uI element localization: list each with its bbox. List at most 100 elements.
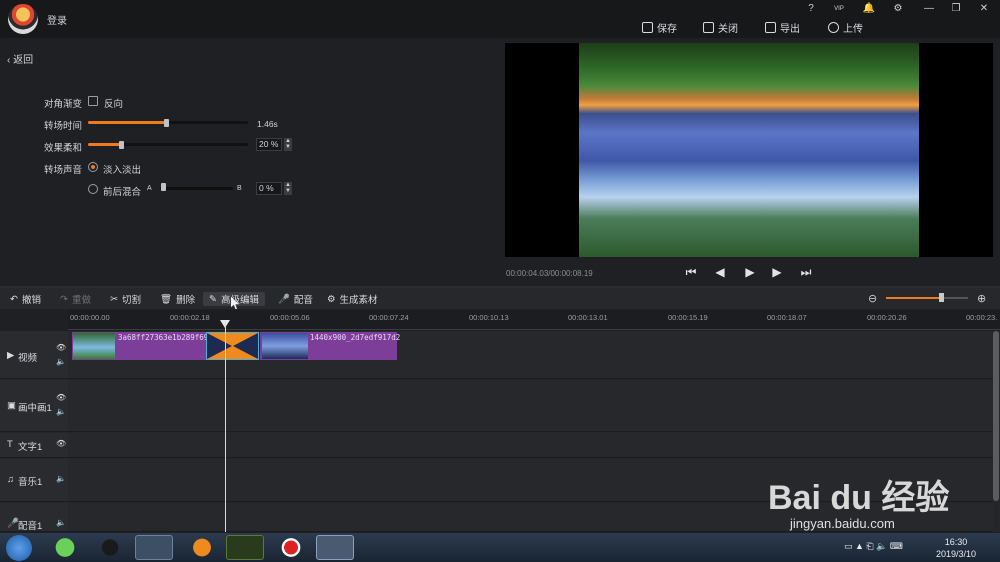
start-button[interactable] [6,535,32,561]
taskbar-app-recorder[interactable] [272,535,310,560]
login-link[interactable]: 登录 [47,12,67,27]
upload-button[interactable]: 上传 [828,19,863,35]
mic-icon: 🎤 [278,293,290,305]
undo-button[interactable]: ↶ 撤销 [10,292,41,307]
next-frame-icon[interactable]: ▶ [770,265,784,279]
diagonal-label: 对角渐变 [44,99,83,110]
track-row-text[interactable] [68,433,993,458]
ruler-tick: 00:00:18.07 [767,313,807,322]
speaker-icon[interactable]: 🔈 [56,407,66,416]
duration-slider-fill [88,121,166,124]
mix-b-label: B [237,185,242,192]
track-header-voice: 🎤 配音1 🔈 [0,503,68,532]
prev-frame-icon[interactable]: ◀ [713,265,727,279]
cut-button[interactable]: ✂ 切割 [110,292,141,307]
help-icon[interactable]: ? [802,2,820,16]
mix-input[interactable]: 0 % [256,182,282,195]
softness-spinner[interactable]: ▲ ▼ [284,138,292,151]
ruler-tick: 00:00:23. [966,313,998,322]
sound-label: 转场声音 [44,165,83,176]
save-button[interactable]: 保存 [642,19,677,35]
maximize-icon[interactable]: ❐ [947,2,965,16]
upload-icon [828,21,839,33]
transition-block[interactable] [206,332,259,360]
zoom-in-icon[interactable]: ⊕ [977,292,986,305]
preview-image [579,43,919,257]
zoom-slider-fill [886,297,942,299]
redo-button[interactable]: ↷ 重做 [60,292,91,307]
vip-icon[interactable]: VIP [830,2,848,16]
tray-icons[interactable]: ▭ ▲ ⎗ 🔈 ⌨ [844,541,903,552]
app-logo [8,4,38,34]
delete-button[interactable]: 🗑 删除 [160,292,195,307]
save-icon [642,21,653,33]
taskbar-app-firefox[interactable] [183,535,221,560]
gear-icon[interactable]: ⚙ [889,2,907,16]
zoom-out-icon[interactable]: ⊖ [868,292,877,305]
export-icon [765,21,776,33]
track-header-music: ♫ 音乐1 🔈 [0,459,68,502]
pencil-icon: ✎ [209,293,217,305]
skip-end-icon[interactable]: ⏭ [799,265,813,279]
taskbar-clock[interactable]: 16:30 2019/3/10 [936,536,976,560]
eye-icon[interactable]: 👁 [56,343,66,352]
reverse-checkbox[interactable] [88,96,98,106]
ruler-tick: 00:00:00.00 [70,313,110,322]
taskbar-app-active[interactable] [316,535,354,560]
trash-icon: 🗑 [160,293,173,305]
clip-1-name: 3a68ff27363e1b289f69 [118,333,209,342]
skip-start-icon[interactable]: ⏮ [684,265,698,279]
play-icon[interactable]: ▶ [743,265,757,279]
minimize-icon[interactable]: — [920,2,938,16]
speaker-icon[interactable]: 🔈 [56,474,66,483]
track-row-pip[interactable] [68,380,993,432]
watermark-logo: Bai du 经验 [768,479,950,517]
duration-slider-knob[interactable] [164,119,169,127]
taskbar-app-explorer[interactable] [135,535,173,560]
scissors-icon: ✂ [110,293,118,305]
speaker-icon[interactable]: 🔈 [56,518,66,527]
reverse-label: 反向 [104,99,124,110]
taskbar-app-360[interactable] [46,535,84,560]
eye-icon[interactable]: 👁 [56,439,66,448]
duration-label: 转场时间 [44,121,83,132]
ruler-tick: 00:00:07.24 [369,313,409,322]
eye-icon[interactable]: 👁 [56,393,66,402]
ruler-tick: 00:00:10.13 [469,313,509,322]
fade-radio-label: 淡入淡出 [103,165,142,176]
playhead[interactable] [225,322,226,532]
clip-thumbnail [73,333,115,359]
mix-radio-label: 前后混合 [103,187,142,198]
softness-input[interactable]: 20 % [256,138,282,151]
redo-icon: ↷ [60,293,68,305]
softness-label: 效果柔和 [44,143,83,154]
bell-icon[interactable]: 🔔 [860,2,878,16]
mix-slider-knob[interactable] [161,183,166,191]
track-header-pip: ▣ 画中画1 👁 🔈 [0,380,68,432]
mix-spinner[interactable]: ▲ ▼ [284,182,292,195]
ruler-tick: 00:00:05.06 [270,313,310,322]
fade-radio[interactable] [88,162,98,172]
music-track-icon: ♫ [7,474,15,485]
taskbar-app-qq[interactable] [91,535,129,560]
video-track-icon: ▶ [7,350,15,361]
mix-radio[interactable] [88,184,98,194]
generate-asset-button[interactable]: ⚙ 生成素材 [327,292,378,307]
speaker-icon[interactable]: 🔈 [56,357,66,366]
softness-slider-knob[interactable] [119,141,124,149]
back-button[interactable]: ‹ 返回 [7,51,33,66]
close-project-button[interactable]: 关闭 [703,19,738,35]
zoom-slider-knob[interactable] [939,293,944,302]
close-icon[interactable]: ✕ [975,2,993,16]
timeline-toolbar [0,288,1000,309]
ruler-tick: 00:00:20.26 [867,313,907,322]
ruler-tick: 00:00:02.18 [170,313,210,322]
clip-2-name: 1440x900_2d7edf917d2 [310,333,401,342]
film-reel-icon: ⚙ [327,293,336,305]
vertical-scrollbar[interactable] [993,331,999,501]
undo-icon: ↶ [10,293,18,305]
export-button[interactable]: 导出 [765,19,800,35]
mix-slider[interactable] [160,187,233,190]
taskbar-app-video-editor[interactable] [226,535,264,560]
voiceover-button[interactable]: 🎤 配音 [278,292,313,307]
